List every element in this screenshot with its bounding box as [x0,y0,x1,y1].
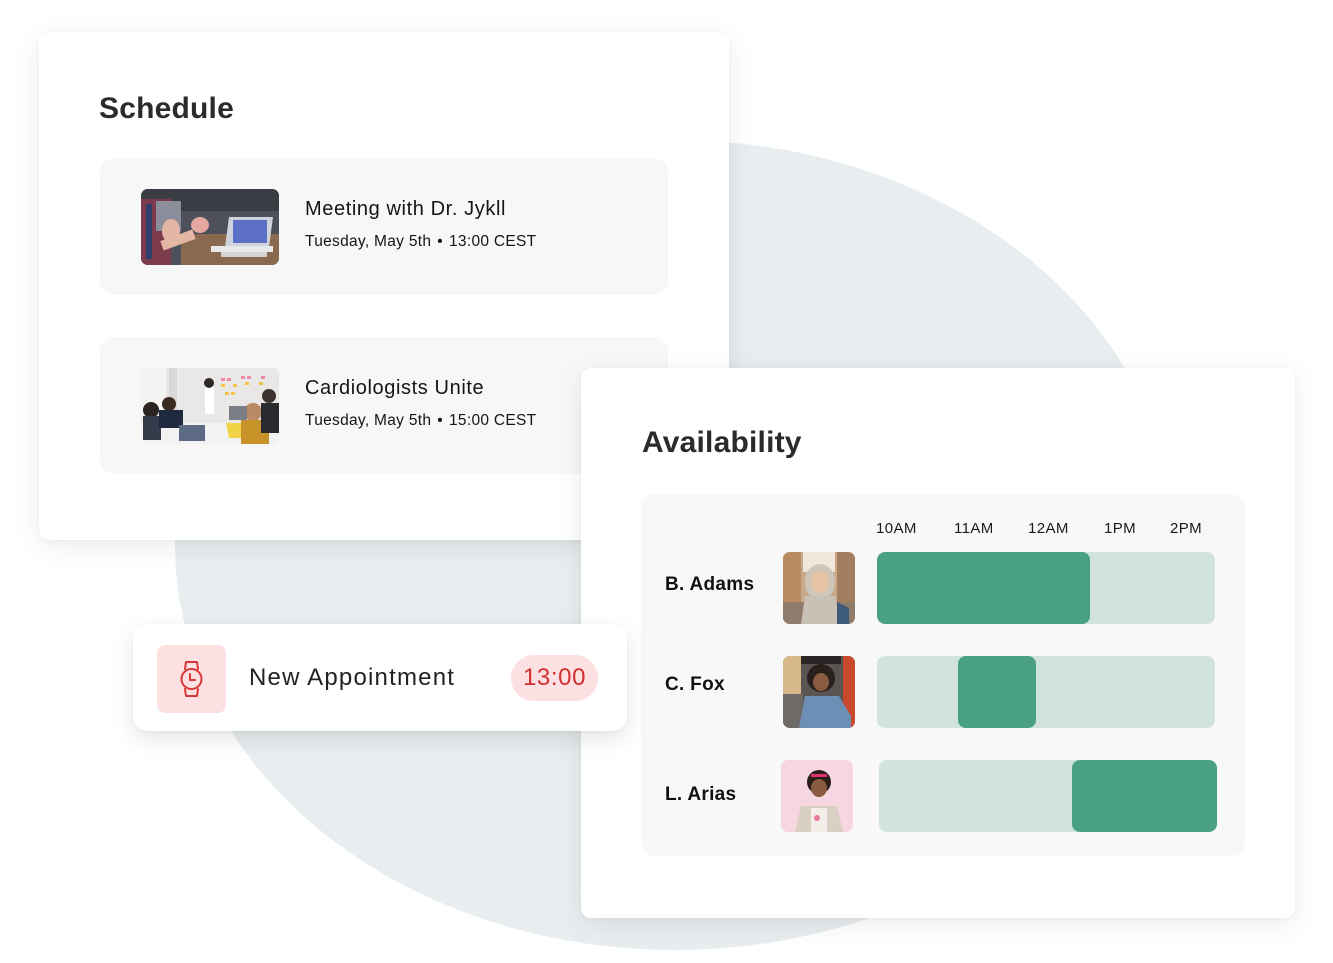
available-slot[interactable] [1071,760,1217,832]
schedule-item-time: 15:00 CEST [449,412,537,429]
schedule-item-date: Tuesday, May 5th [305,233,432,250]
avatar [781,760,853,832]
availability-bar [877,656,1215,728]
schedule-item-title: Cardiologists Unite [305,377,485,399]
hour-label: 2PM [1170,520,1203,537]
available-slot[interactable] [958,656,1036,728]
avatar [783,656,855,728]
availability-card: Availability 10AM 11AM 12AM 1PM 2PM B. A… [581,368,1295,918]
hour-label: 10AM [876,520,917,537]
schedule-title: Schedule [99,92,234,125]
schedule-item-datetime: Tuesday, May 5th • 15:00 CEST [305,412,536,430]
new-appointment-label: New Appointment [249,664,456,691]
person-name: L. Arias [665,784,737,805]
separator-dot: • [437,233,444,250]
availability-title: Availability [642,426,802,459]
watch-icon [180,661,203,697]
availability-panel: 10AM 11AM 12AM 1PM 2PM B. Adams C. Fox L… [641,494,1245,856]
schedule-item-date: Tuesday, May 5th [305,412,432,429]
schedule-item[interactable]: Meeting with Dr. Jykll Tuesday, May 5th •… [100,158,668,295]
person-name: B. Adams [665,574,755,595]
schedule-item-title: Meeting with Dr. Jykll [305,198,507,220]
person-name: C. Fox [665,674,725,695]
availability-bar [879,760,1217,832]
available-slot[interactable] [877,552,1090,624]
schedule-item-datetime: Tuesday, May 5th • 13:00 CEST [305,233,536,251]
watch-icon-box [157,645,226,713]
hour-label: 12AM [1028,520,1069,537]
avatar [783,552,855,624]
hour-label: 11AM [954,520,994,537]
availability-bar [877,552,1215,624]
appointment-time-badge: 13:00 [511,655,598,701]
meeting-thumbnail [141,189,279,265]
separator-dot: • [437,412,444,429]
meeting-thumbnail [141,368,279,444]
schedule-item-time: 13:00 CEST [449,233,537,250]
hour-label: 1PM [1104,520,1137,537]
new-appointment-card[interactable]: New Appointment 13:00 [133,624,627,731]
